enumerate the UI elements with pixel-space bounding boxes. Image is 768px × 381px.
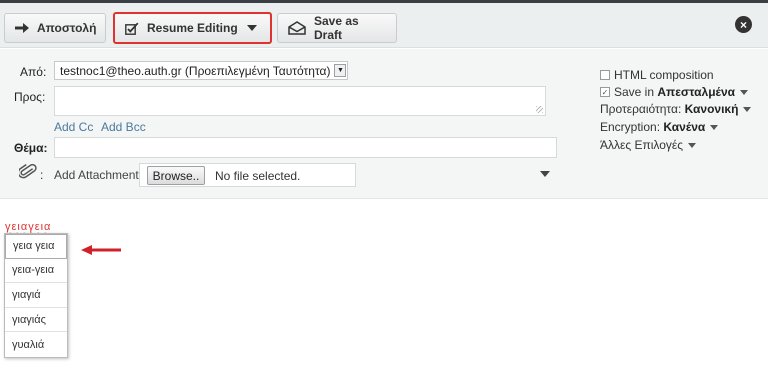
compose-headers: Από: testnoc1@theo.auth.gr (Προεπιλεγμέν… xyxy=(0,49,768,199)
browse-button[interactable]: Browse.. xyxy=(147,166,205,185)
subject-label: Θέμα: xyxy=(14,141,48,155)
resume-editing-button[interactable]: Resume Editing xyxy=(113,12,272,44)
expand-chevron-icon[interactable] xyxy=(540,171,550,177)
select-arrow-icon: ▼ xyxy=(334,64,347,77)
add-attachment-label: Add Attachment xyxy=(54,168,139,182)
file-input: Browse.. No file selected. xyxy=(139,163,356,187)
add-bcc-link[interactable]: Add Bcc xyxy=(101,120,146,134)
to-field[interactable] xyxy=(54,86,546,116)
chevron-down-icon[interactable] xyxy=(688,142,697,148)
save-as-draft-button[interactable]: Save as Draft xyxy=(277,13,397,43)
save-as-draft-label: Save as Draft xyxy=(314,14,359,42)
suggestion-item[interactable]: γιαγιά xyxy=(5,283,67,308)
chevron-down-icon[interactable] xyxy=(710,124,719,130)
from-label: Από: xyxy=(20,65,47,79)
send-label: Αποστολή xyxy=(37,21,97,35)
paperclip-icon xyxy=(17,163,37,183)
suggestion-item[interactable]: γιαγιάς xyxy=(5,308,67,333)
save-in-checkbox[interactable]: ✓ xyxy=(600,87,610,97)
other-options[interactable]: Άλλες Επιλογές xyxy=(600,138,697,152)
no-file-text: No file selected. xyxy=(215,169,301,183)
chevron-down-icon[interactable] xyxy=(740,89,749,95)
close-icon[interactable]: × xyxy=(735,16,752,33)
chevron-down-icon[interactable] xyxy=(743,106,752,112)
html-composition-checkbox[interactable] xyxy=(600,70,610,80)
arrow-right-icon xyxy=(15,23,29,33)
compose-toolbar: Αποστολή Resume Editing Save as Draft × xyxy=(0,3,768,48)
send-button[interactable]: Αποστολή xyxy=(4,13,106,43)
from-value: testnoc1@theo.auth.gr (Προεπιλεγμένη Ταυ… xyxy=(60,63,331,78)
subject-input[interactable] xyxy=(54,137,557,158)
edit-checkbox-icon xyxy=(125,22,139,35)
chevron-down-icon xyxy=(246,25,257,31)
priority-label: Προτεραιότητα: xyxy=(600,102,682,116)
save-in-folder[interactable]: Απεσταλμένα xyxy=(657,85,735,99)
attachment-colon: : xyxy=(40,168,44,182)
annotation-arrow-icon xyxy=(80,244,122,259)
priority-option: Προτεραιότητα: Κανονική xyxy=(600,102,752,116)
misspelled-word[interactable]: γειαγεια xyxy=(5,221,51,233)
suggestion-item[interactable]: γυαλιά xyxy=(5,332,67,357)
from-select[interactable]: testnoc1@theo.auth.gr (Προεπιλεγμένη Ταυ… xyxy=(54,61,349,80)
spelling-suggestions-menu: γεια γεια γεια-γεια γιαγιά γιαγιάς γυαλι… xyxy=(4,233,68,358)
priority-value[interactable]: Κανονική xyxy=(685,102,739,116)
other-options-label: Άλλες Επιλογές xyxy=(600,138,684,152)
html-composition-option: HTML composition xyxy=(600,68,714,82)
add-cc-link[interactable]: Add Cc xyxy=(54,120,93,134)
encryption-value[interactable]: Κανένα xyxy=(663,120,705,134)
message-body[interactable]: γειαγεια γεια γεια γεια-γεια γιαγιά γιαγ… xyxy=(0,200,768,381)
resize-handle-icon[interactable] xyxy=(536,106,543,113)
suggestion-item[interactable]: γεια-γεια xyxy=(5,259,67,284)
to-label: Προς: xyxy=(14,90,46,104)
resume-editing-label: Resume Editing xyxy=(147,21,238,35)
html-composition-label: HTML composition xyxy=(614,68,714,82)
encryption-label: Encryption: xyxy=(600,120,661,134)
suggestion-item[interactable]: γεια γεια xyxy=(5,234,67,259)
envelope-icon xyxy=(288,21,306,35)
save-in-label: Save in xyxy=(614,85,655,99)
encryption-option: Encryption: Κανένα xyxy=(600,120,719,134)
save-in-option: ✓ Save in Απεσταλμένα xyxy=(600,85,749,99)
